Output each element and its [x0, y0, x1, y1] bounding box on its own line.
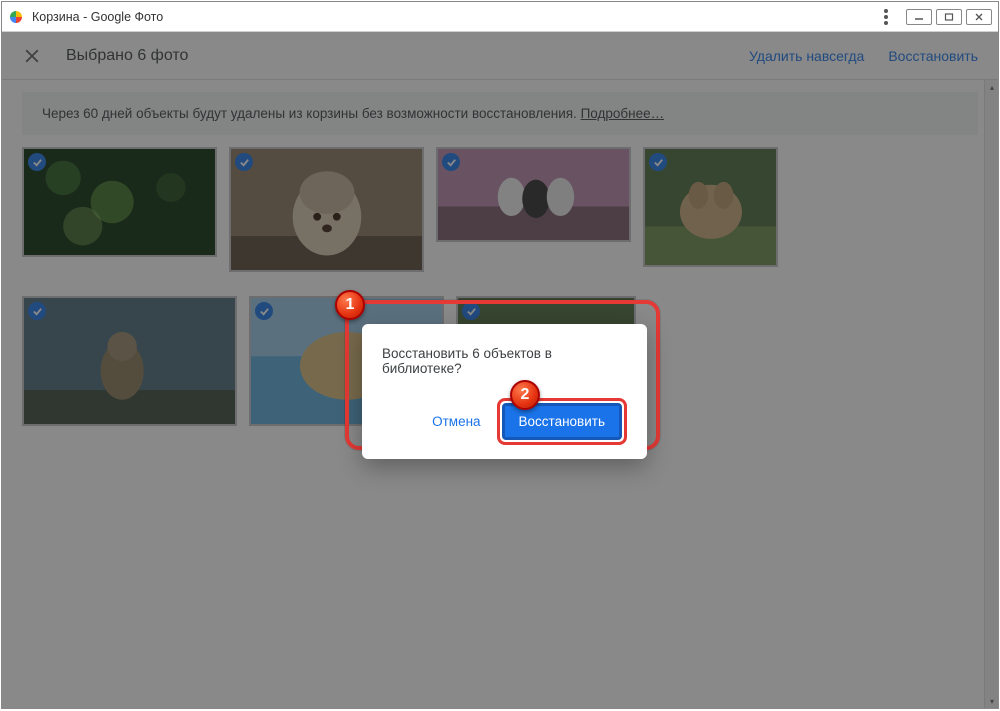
window-title: Корзина - Google Фото [32, 10, 884, 24]
maximize-button[interactable] [936, 9, 962, 25]
dialog-actions: Отмена Восстановить [382, 398, 627, 445]
window-controls [906, 9, 992, 25]
minimize-button[interactable] [906, 9, 932, 25]
google-photos-icon [8, 9, 24, 25]
titlebar: Корзина - Google Фото [2, 2, 998, 32]
window-frame: Корзина - Google Фото Выбрано 6 фото Уда… [1, 1, 999, 709]
app-area: Выбрано 6 фото Удалить навсегда Восстано… [2, 32, 998, 708]
annotation-step-badge: 2 [510, 380, 540, 410]
dialog-message: Восстановить 6 объектов в библиотеке? [382, 346, 627, 376]
close-window-button[interactable] [966, 9, 992, 25]
annotation-step-badge: 1 [335, 290, 365, 320]
cancel-button[interactable]: Отмена [424, 408, 488, 435]
restore-confirm-dialog: Восстановить 6 объектов в библиотеке? От… [362, 324, 647, 459]
kebab-menu-icon[interactable] [884, 9, 888, 25]
